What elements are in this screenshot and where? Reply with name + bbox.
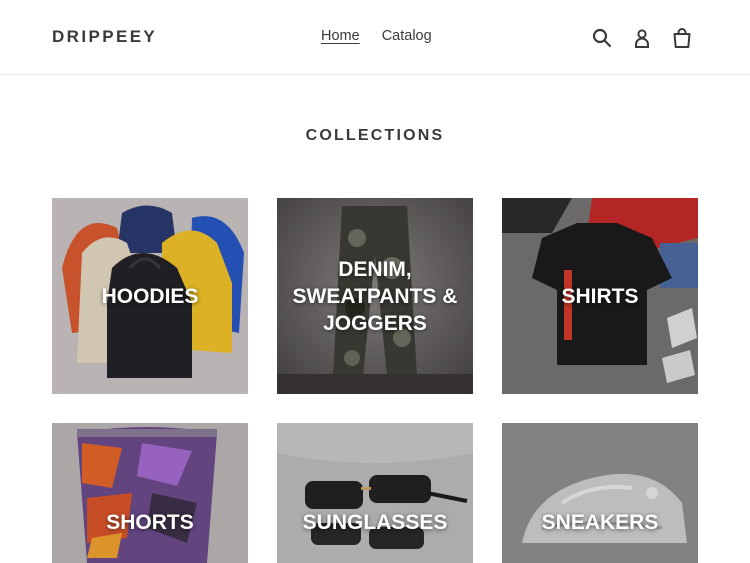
collection-card-shirts[interactable]: SHIRTS (502, 198, 698, 394)
collection-label: SNEAKERS (541, 511, 659, 534)
collections-grid: HOODIES DENIM, SWEATPANTS & JOGGERS SHIR… (52, 198, 698, 563)
collection-card-sneakers[interactable]: SNEAKERS (502, 423, 698, 563)
site-logo[interactable]: DRIPPEEY (52, 27, 157, 47)
account-icon[interactable] (630, 26, 654, 50)
collection-card-hoodies[interactable]: HOODIES (52, 198, 248, 394)
nav-link-catalog[interactable]: Catalog (382, 28, 432, 44)
collection-label: SHORTS (106, 511, 194, 534)
main-nav: Home Catalog (321, 28, 432, 44)
collection-card-shorts[interactable]: SHORTS (52, 423, 248, 563)
collection-label: SUNGLASSES (302, 511, 448, 534)
collection-card-denim-sweatpants-joggers[interactable]: DENIM, SWEATPANTS & JOGGERS (277, 198, 473, 394)
page-title: COLLECTIONS (305, 127, 445, 144)
search-icon[interactable] (590, 26, 614, 50)
collection-label: SHIRTS (561, 284, 639, 308)
header-icons (590, 26, 694, 50)
collection-label: DENIM, SWEATPANTS & JOGGERS (292, 257, 458, 335)
cart-icon[interactable] (670, 26, 694, 50)
collection-label: HOODIES (101, 284, 199, 308)
site-header: DRIPPEEY Home Catalog (0, 0, 750, 75)
nav-link-home[interactable]: Home (321, 28, 360, 44)
collection-card-sunglasses[interactable]: SUNGLASSES (277, 423, 473, 563)
